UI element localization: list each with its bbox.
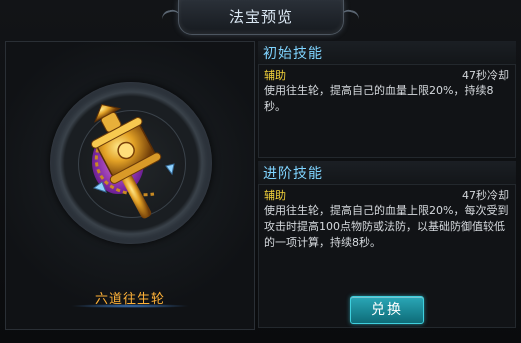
initial-skill-meta: 辅助 47秒冷却 [264,67,509,83]
initial-skill-header: 初始技能 [258,41,516,65]
advanced-skill-cooldown: 47秒冷却 [462,189,509,202]
initial-skill-title: 初始技能 [263,46,323,62]
advanced-skill-header: 进阶技能 [258,161,516,185]
skills-panel: 初始技能 辅助 47秒冷却 使用往生轮，提高自己的血量上限20%，持续8秒。 进… [258,41,516,328]
artifact-frame: 六道往生轮 [5,41,255,330]
title-tab: 法宝预览 [178,0,344,35]
initial-skill-cooldown: 47秒冷却 [462,69,509,82]
advanced-skill-title: 进阶技能 [263,166,323,182]
initial-skill-type: 辅助 [264,69,286,82]
artifact-name-glow [70,304,190,308]
exchange-button[interactable]: 兑换 [350,296,424,324]
initial-skill-body: 辅助 47秒冷却 使用往生轮，提高自己的血量上限20%，持续8秒。 [258,64,516,158]
advanced-skill-meta: 辅助 47秒冷却 [264,187,509,203]
initial-skill-description: 使用往生轮，提高自己的血量上限20%，持续8秒。 [264,84,494,113]
advanced-skill-type: 辅助 [264,189,286,202]
window-title: 法宝预览 [228,8,293,26]
advanced-skill-description: 使用往生轮，提高自己的血量上限20%，每次受到攻击时提高100点物防或法防，以基… [264,204,509,249]
golden-prayer-wheel-icon [91,103,175,219]
artifact-ring [50,82,212,244]
artifact-preview-panel: 法宝预览 六道往生轮 初始技能 辅助 47秒冷却 使用往生轮，提高自己的血量上限… [0,0,521,343]
